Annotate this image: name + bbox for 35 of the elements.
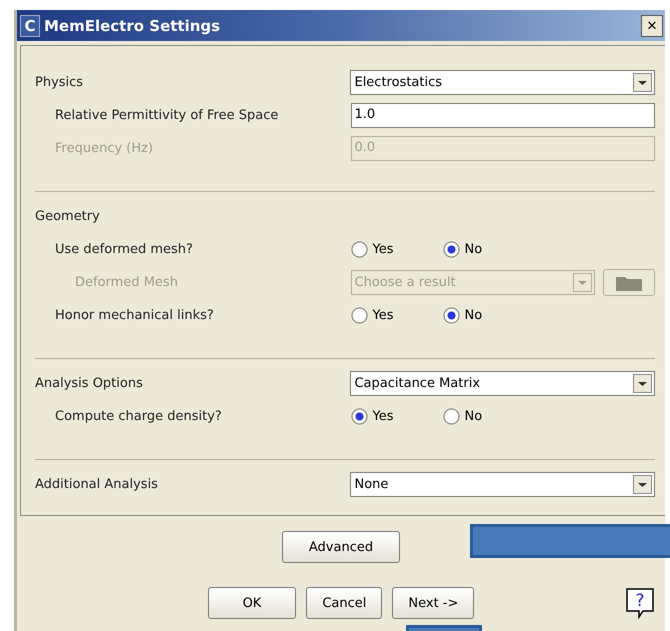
app-icon: C xyxy=(20,14,40,36)
radio-button[interactable] xyxy=(442,307,460,324)
radio-button[interactable] xyxy=(442,241,460,258)
input-field[interactable]: 1.0 xyxy=(350,103,655,128)
field-label: Use deformed mesh? xyxy=(55,242,194,257)
dropdown[interactable]: Capacitance Matrix xyxy=(350,371,655,396)
field-label: Compute charge density? xyxy=(55,409,223,424)
folder-button[interactable] xyxy=(603,269,655,296)
field-label: Analysis Options xyxy=(35,376,144,391)
radio-button[interactable] xyxy=(350,241,368,258)
radio-label: No xyxy=(464,242,482,257)
dialog-button[interactable]: Cancel xyxy=(306,587,382,619)
field-label: Frequency (Hz) xyxy=(55,141,154,156)
radio-label: Yes xyxy=(372,242,394,257)
radio-button[interactable] xyxy=(350,408,368,425)
field-label: Honor mechanical links? xyxy=(55,308,215,323)
advanced-button[interactable]: Advanced xyxy=(282,531,400,563)
dialog-button[interactable]: OK xyxy=(208,587,296,619)
radio-button[interactable] xyxy=(442,408,460,425)
dropdown[interactable]: Electrostatics xyxy=(350,70,655,95)
radio-label: No xyxy=(464,308,482,323)
field-label: Deformed Mesh xyxy=(75,275,179,290)
radio-label: No xyxy=(464,409,482,424)
window-title: MemElectro Settings xyxy=(44,16,222,34)
help-button[interactable]: ? xyxy=(625,587,655,619)
field-label: Additional Analysis xyxy=(35,477,159,492)
field-label: Geometry xyxy=(35,209,101,224)
dropdown[interactable]: None xyxy=(350,472,655,497)
dialog-button[interactable]: Next -> xyxy=(392,587,474,619)
close-button[interactable]: × xyxy=(641,14,663,36)
radio-label: Yes xyxy=(372,308,394,323)
field-label: Physics xyxy=(35,75,84,90)
radio-label: Yes xyxy=(372,409,394,424)
field-label: Relative Permittivity of Free Space xyxy=(55,108,280,123)
radio-button[interactable] xyxy=(350,307,368,324)
